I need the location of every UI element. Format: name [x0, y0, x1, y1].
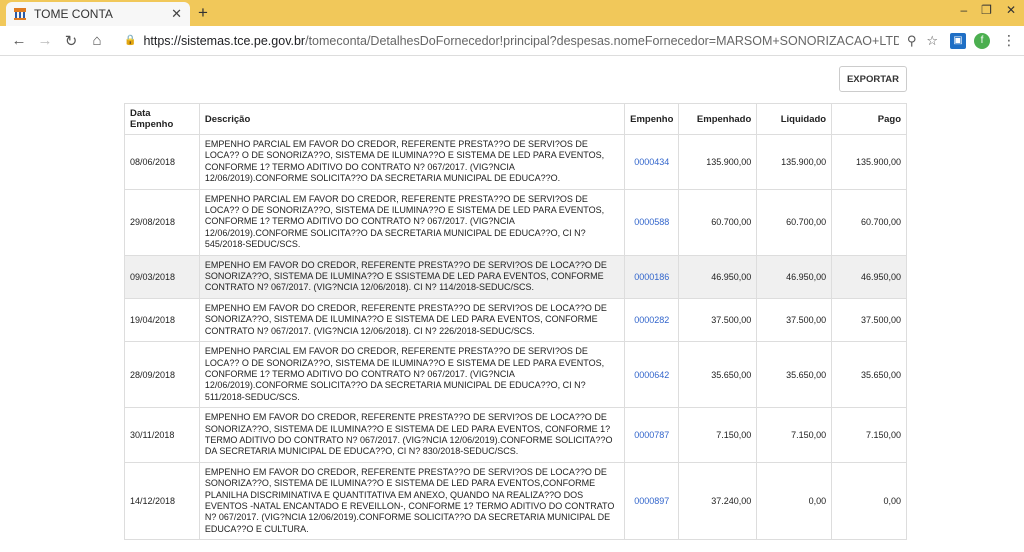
- table-row: 30/11/2018 EMPENHO EM FAVOR DO CREDOR, R…: [124, 407, 907, 463]
- empenho-link[interactable]: 0000642: [634, 370, 669, 380]
- reload-icon[interactable]: ↻: [60, 32, 82, 50]
- bookmark-star-icon[interactable]: ☆: [926, 33, 938, 49]
- cell-date: 19/04/2018: [124, 297, 200, 343]
- profile-avatar-icon[interactable]: f: [974, 32, 990, 49]
- cell-empenhado: 7.150,00: [678, 407, 758, 463]
- export-button[interactable]: EXPORTAR: [839, 66, 907, 92]
- header-pago: Pago: [831, 103, 907, 135]
- cell-pago: 37.500,00: [831, 297, 907, 343]
- cell-description: EMPENHO EM FAVOR DO CREDOR, REFERENTE PR…: [198, 254, 626, 299]
- tab-bar: TOME CONTA ✕ + – ❐ ✕: [0, 0, 1024, 26]
- cell-empenho: 0000897: [624, 461, 680, 541]
- cell-empenhado: 37.500,00: [678, 297, 758, 343]
- url-path: /tomeconta/DetalhesDoFornecedor!principa…: [305, 33, 899, 48]
- tce-favicon-icon: [14, 8, 26, 20]
- url-host: https://sistemas.tce.pe.gov.br: [143, 33, 306, 48]
- cell-empenho: 0000434: [624, 134, 680, 190]
- table-header-row: Data Empenho Descrição Empenho Empenhado…: [124, 103, 907, 135]
- tab-title: TOME CONTA: [34, 7, 113, 21]
- lock-icon: 🔒: [124, 35, 137, 46]
- empenho-link[interactable]: 0000897: [634, 496, 669, 506]
- cell-description: EMPENHO PARCIAL EM FAVOR DO CREDOR, REFE…: [198, 188, 626, 256]
- cell-description: EMPENHO EM FAVOR DO CREDOR, REFERENTE PR…: [198, 297, 626, 343]
- forward-arrow-icon[interactable]: →: [34, 32, 56, 49]
- cell-date: 28/09/2018: [124, 341, 200, 409]
- cell-date: 30/11/2018: [124, 407, 200, 463]
- empenho-link[interactable]: 0000282: [634, 315, 669, 325]
- cell-pago: 35.650,00: [831, 341, 907, 409]
- table-row: 28/09/2018 EMPENHO PARCIAL EM FAVOR DO C…: [124, 341, 907, 409]
- cell-liquidado: 37.500,00: [756, 297, 833, 343]
- cell-date: 09/03/2018: [124, 254, 200, 299]
- home-icon[interactable]: ⌂: [86, 32, 108, 49]
- table-row: 09/03/2018 EMPENHO EM FAVOR DO CREDOR, R…: [124, 254, 907, 299]
- header-empenhado: Empenhado: [678, 103, 758, 135]
- cell-empenho: 0000588: [624, 188, 680, 256]
- cell-liquidado: 35.650,00: [756, 341, 833, 409]
- cell-empenhado: 35.650,00: [678, 341, 758, 409]
- cell-empenho: 0000186: [624, 254, 680, 299]
- cell-pago: 60.700,00: [831, 188, 907, 256]
- new-tab-button[interactable]: +: [198, 3, 208, 23]
- expenses-table: Data Empenho Descrição Empenho Empenhado…: [124, 103, 907, 541]
- cell-date: 14/12/2018: [124, 461, 200, 541]
- header-description: Descrição: [198, 103, 626, 135]
- cell-pago: 0,00: [831, 461, 907, 541]
- cell-empenho: 0000787: [624, 407, 680, 463]
- cell-empenho: 0000282: [624, 297, 680, 343]
- address-bar[interactable]: 🔒 https://sistemas.tce.pe.gov.br/tomecon…: [118, 29, 899, 53]
- extension-icon[interactable]: ▣: [950, 32, 966, 49]
- address-row: ← → ↻ ⌂ 🔒 https://sistemas.tce.pe.gov.br…: [0, 26, 1024, 56]
- cell-empenhado: 135.900,00: [678, 134, 758, 190]
- browser-tab[interactable]: TOME CONTA ✕: [6, 2, 190, 26]
- cell-empenhado: 60.700,00: [678, 188, 758, 256]
- empenho-link[interactable]: 0000588: [634, 217, 669, 227]
- cell-liquidado: 0,00: [756, 461, 833, 541]
- empenho-link[interactable]: 0000186: [634, 272, 669, 282]
- cell-date: 08/06/2018: [124, 134, 200, 190]
- window-controls: – ❐ ✕: [960, 3, 1016, 17]
- table-row: 08/06/2018 EMPENHO PARCIAL EM FAVOR DO C…: [124, 134, 907, 190]
- header-date: Data Empenho: [124, 103, 200, 135]
- table-row: 14/12/2018 EMPENHO EM FAVOR DO CREDOR, R…: [124, 461, 907, 541]
- browser-menu-icon[interactable]: ⋮: [1002, 32, 1016, 49]
- tab-close-icon[interactable]: ✕: [171, 6, 182, 22]
- cell-description: EMPENHO PARCIAL EM FAVOR DO CREDOR, REFE…: [198, 134, 626, 190]
- cell-empenho: 0000642: [624, 341, 680, 409]
- cell-description: EMPENHO PARCIAL EM FAVOR DO CREDOR, REFE…: [198, 341, 626, 409]
- cell-empenhado: 46.950,00: [678, 254, 758, 299]
- cell-empenhado: 37.240,00: [678, 461, 758, 541]
- empenho-link[interactable]: 0000434: [634, 157, 669, 167]
- table-row: 19/04/2018 EMPENHO EM FAVOR DO CREDOR, R…: [124, 297, 907, 343]
- cell-description: EMPENHO EM FAVOR DO CREDOR, REFERENTE PR…: [198, 407, 626, 463]
- window-close-button[interactable]: ✕: [1006, 3, 1016, 17]
- cell-pago: 46.950,00: [831, 254, 907, 299]
- cell-description: EMPENHO EM FAVOR DO CREDOR, REFERENTE PR…: [198, 461, 626, 541]
- cell-pago: 7.150,00: [831, 407, 907, 463]
- empenho-link[interactable]: 0000787: [634, 430, 669, 440]
- cell-pago: 135.900,00: [831, 134, 907, 190]
- zoom-icon[interactable]: ⚲: [907, 33, 917, 49]
- page-content: EXPORTAR Data Empenho Descrição Empenho …: [0, 56, 1024, 552]
- cell-liquidado: 46.950,00: [756, 254, 833, 299]
- cell-date: 29/08/2018: [124, 188, 200, 256]
- cell-liquidado: 135.900,00: [756, 134, 833, 190]
- maximize-button[interactable]: ❐: [981, 3, 992, 17]
- header-empenho: Empenho: [624, 103, 680, 135]
- table-row: 29/08/2018 EMPENHO PARCIAL EM FAVOR DO C…: [124, 188, 907, 256]
- header-liquidado: Liquidado: [756, 103, 833, 135]
- minimize-button[interactable]: –: [960, 3, 967, 17]
- cell-liquidado: 60.700,00: [756, 188, 833, 256]
- cell-liquidado: 7.150,00: [756, 407, 833, 463]
- back-arrow-icon[interactable]: ←: [8, 32, 30, 49]
